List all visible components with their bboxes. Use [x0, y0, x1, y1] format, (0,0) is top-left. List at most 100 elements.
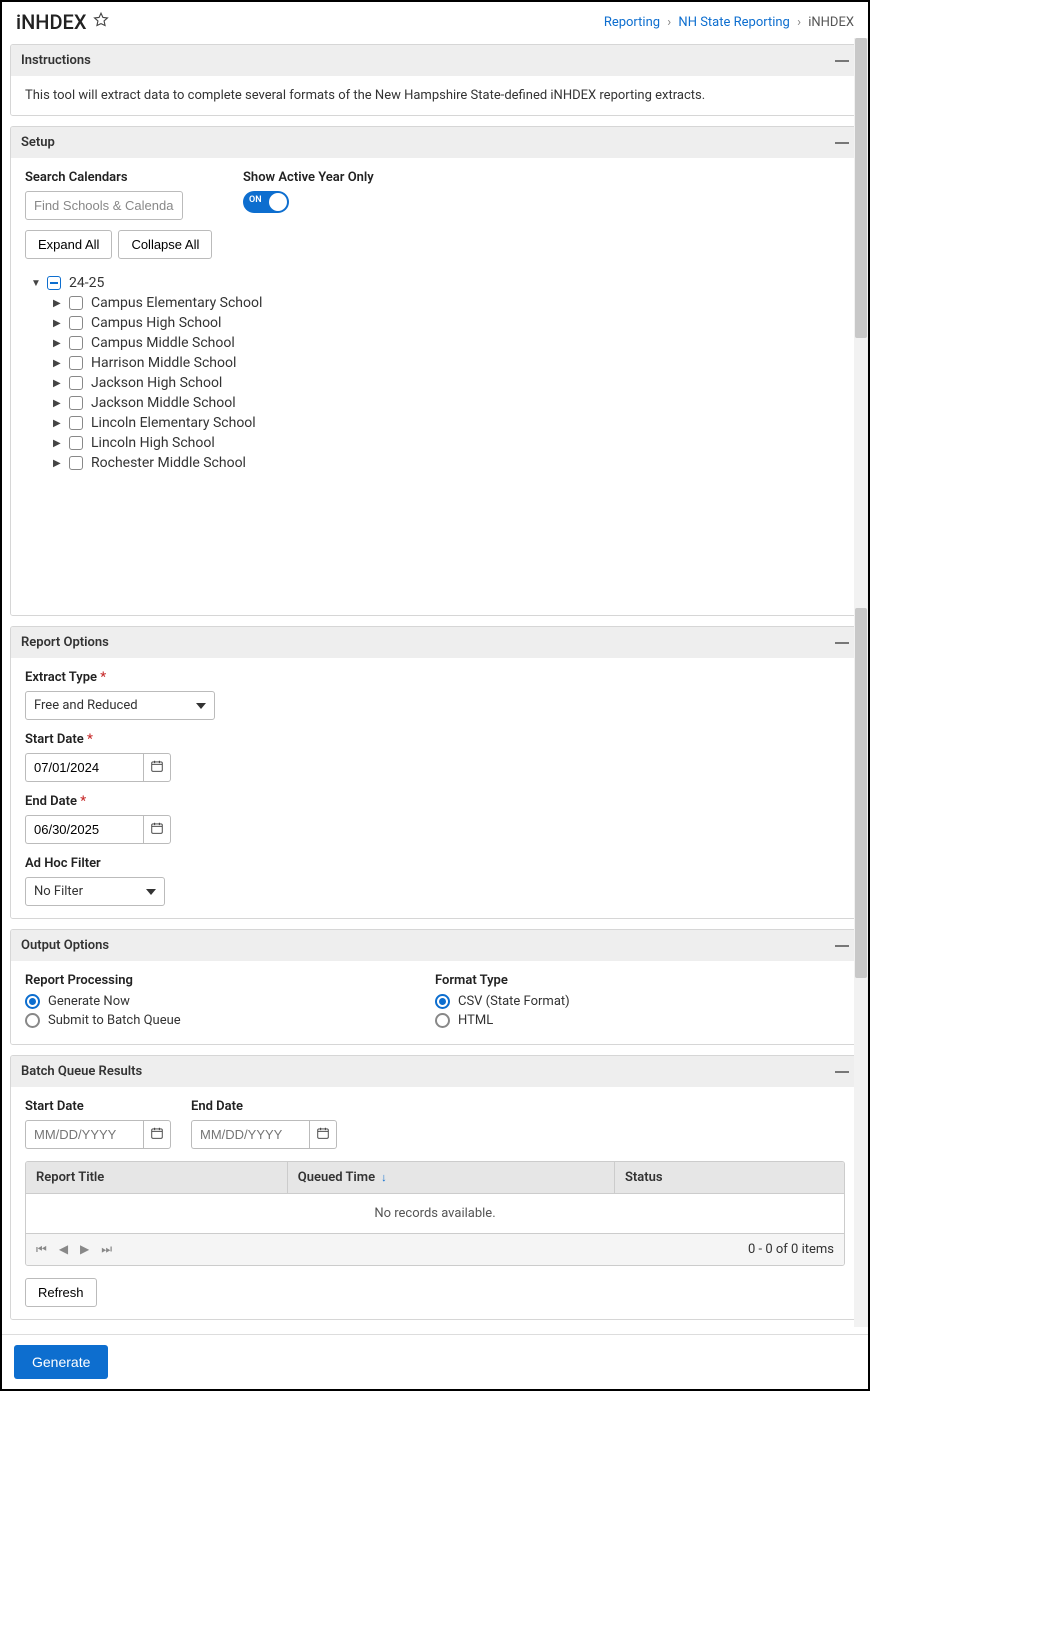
- calendar-button[interactable]: [143, 815, 171, 844]
- tree-checkbox[interactable]: [69, 356, 83, 370]
- start-date-label: Start Date *: [25, 732, 845, 747]
- breadcrumb-link[interactable]: Reporting: [604, 15, 660, 30]
- radio-label: Generate Now: [48, 994, 130, 1009]
- generate-button[interactable]: Generate: [14, 1345, 108, 1379]
- section-header-output-options[interactable]: Output Options: [11, 930, 859, 961]
- caret-right-icon[interactable]: ▶: [53, 298, 63, 309]
- tree-checkbox[interactable]: [69, 396, 83, 410]
- breadcrumb-current: iNHDEX: [808, 15, 854, 30]
- tree-school-label[interactable]: Campus High School: [89, 315, 221, 331]
- caret-right-icon[interactable]: ▶: [53, 418, 63, 429]
- extract-type-select[interactable]: Free and Reduced: [25, 691, 215, 720]
- collapse-all-button[interactable]: Collapse All: [118, 230, 212, 259]
- pager-first-icon[interactable]: ⏮: [36, 1242, 47, 1257]
- format-type-label: Format Type: [435, 973, 845, 988]
- pager-next-icon[interactable]: ▶: [80, 1242, 89, 1257]
- tree-school-label[interactable]: Jackson Middle School: [89, 395, 236, 411]
- radio-label: CSV (State Format): [458, 994, 570, 1009]
- tree-checkbox[interactable]: [69, 416, 83, 430]
- tree-checkbox[interactable]: [69, 456, 83, 470]
- expand-all-button[interactable]: Expand All: [25, 230, 112, 259]
- page-title: iNHDEX: [16, 10, 86, 34]
- pager-prev-icon[interactable]: ◀: [59, 1242, 68, 1257]
- column-header-report-title[interactable]: Report Title: [26, 1162, 288, 1193]
- breadcrumb-link[interactable]: NH State Reporting: [678, 15, 789, 30]
- active-year-label: Show Active Year Only: [243, 170, 374, 185]
- caret-right-icon[interactable]: ▶: [53, 398, 63, 409]
- calendar-button[interactable]: [143, 1120, 171, 1149]
- caret-right-icon[interactable]: ▶: [53, 458, 63, 469]
- caret-right-icon[interactable]: ▶: [53, 438, 63, 449]
- tree-school-label[interactable]: Jackson High School: [89, 375, 222, 391]
- calendar-icon: [316, 1126, 330, 1144]
- calendar-button[interactable]: [309, 1120, 337, 1149]
- batch-end-date-label: End Date: [191, 1099, 337, 1114]
- section-title: Report Options: [21, 635, 109, 650]
- section-title: Setup: [21, 135, 55, 150]
- tree-school-label[interactable]: Harrison Middle School: [89, 355, 236, 371]
- tree-root-label[interactable]: 24-25: [67, 275, 104, 291]
- caret-right-icon[interactable]: ▶: [53, 338, 63, 349]
- collapse-icon: [835, 142, 849, 144]
- batch-start-date-input[interactable]: [25, 1120, 143, 1149]
- tree-checkbox[interactable]: [69, 336, 83, 350]
- radio-label: Submit to Batch Queue: [48, 1013, 181, 1028]
- toggle-on-text: ON: [249, 195, 262, 205]
- collapse-icon: [835, 60, 849, 62]
- caret-right-icon[interactable]: ▶: [53, 378, 63, 389]
- adhoc-filter-label: Ad Hoc Filter: [25, 856, 845, 871]
- tree-checkbox[interactable]: [69, 436, 83, 450]
- calendar-icon: [150, 821, 164, 839]
- search-calendars-input[interactable]: [25, 191, 183, 220]
- tree-school-label[interactable]: Campus Elementary School: [89, 295, 262, 311]
- tree-checkbox[interactable]: [69, 296, 83, 310]
- calendar-icon: [150, 759, 164, 777]
- caret-right-icon[interactable]: ▶: [53, 358, 63, 369]
- section-title: Instructions: [21, 53, 91, 68]
- start-date-input[interactable]: [25, 753, 143, 782]
- radio-submit-batch[interactable]: [25, 1013, 40, 1028]
- tree-school-label[interactable]: Campus Middle School: [89, 335, 235, 351]
- tree-school-label[interactable]: Lincoln Elementary School: [89, 415, 256, 431]
- tree-school-label[interactable]: Lincoln High School: [89, 435, 215, 451]
- table-empty-message: No records available.: [26, 1193, 844, 1233]
- tree-checkbox[interactable]: [69, 376, 83, 390]
- section-header-setup[interactable]: Setup: [11, 127, 859, 158]
- section-header-instructions[interactable]: Instructions: [11, 45, 859, 76]
- instructions-text: This tool will extract data to complete …: [25, 88, 705, 103]
- favorite-star-icon[interactable]: [92, 11, 110, 33]
- calendar-icon: [150, 1126, 164, 1144]
- pager-last-icon[interactable]: ⏭: [101, 1242, 112, 1257]
- radio-csv[interactable]: [435, 994, 450, 1009]
- adhoc-filter-select[interactable]: No Filter: [25, 877, 165, 906]
- tree-checkbox[interactable]: [69, 316, 83, 330]
- tree-school-label[interactable]: Rochester Middle School: [89, 455, 246, 471]
- breadcrumb: Reporting › NH State Reporting › iNHDEX: [604, 15, 854, 30]
- section-header-report-options[interactable]: Report Options: [11, 627, 859, 658]
- calendar-button[interactable]: [143, 753, 171, 782]
- collapse-icon: [835, 642, 849, 644]
- pager-status: 0 - 0 of 0 items: [748, 1242, 834, 1257]
- refresh-button[interactable]: Refresh: [25, 1278, 97, 1307]
- caret-down-icon[interactable]: ▼: [31, 278, 41, 289]
- collapse-icon: [835, 1071, 849, 1073]
- tree-indeterminate-checkbox[interactable]: [47, 276, 61, 290]
- column-header-queued-time[interactable]: Queued Time↓: [288, 1162, 615, 1193]
- end-date-label: End Date *: [25, 794, 845, 809]
- radio-label: HTML: [458, 1013, 493, 1028]
- section-header-batch-queue[interactable]: Batch Queue Results: [11, 1056, 859, 1087]
- section-title: Output Options: [21, 938, 109, 953]
- active-year-toggle[interactable]: ON: [243, 191, 289, 213]
- batch-end-date-input[interactable]: [191, 1120, 309, 1149]
- radio-html[interactable]: [435, 1013, 450, 1028]
- vertical-scrollbar[interactable]: [854, 38, 868, 1327]
- search-calendars-label: Search Calendars: [25, 170, 183, 185]
- radio-generate-now[interactable]: [25, 994, 40, 1009]
- batch-start-date-label: Start Date: [25, 1099, 171, 1114]
- collapse-icon: [835, 945, 849, 947]
- sort-arrow-down-icon: ↓: [381, 1171, 387, 1184]
- report-processing-label: Report Processing: [25, 973, 435, 988]
- column-header-status[interactable]: Status: [615, 1162, 844, 1193]
- caret-right-icon[interactable]: ▶: [53, 318, 63, 329]
- end-date-input[interactable]: [25, 815, 143, 844]
